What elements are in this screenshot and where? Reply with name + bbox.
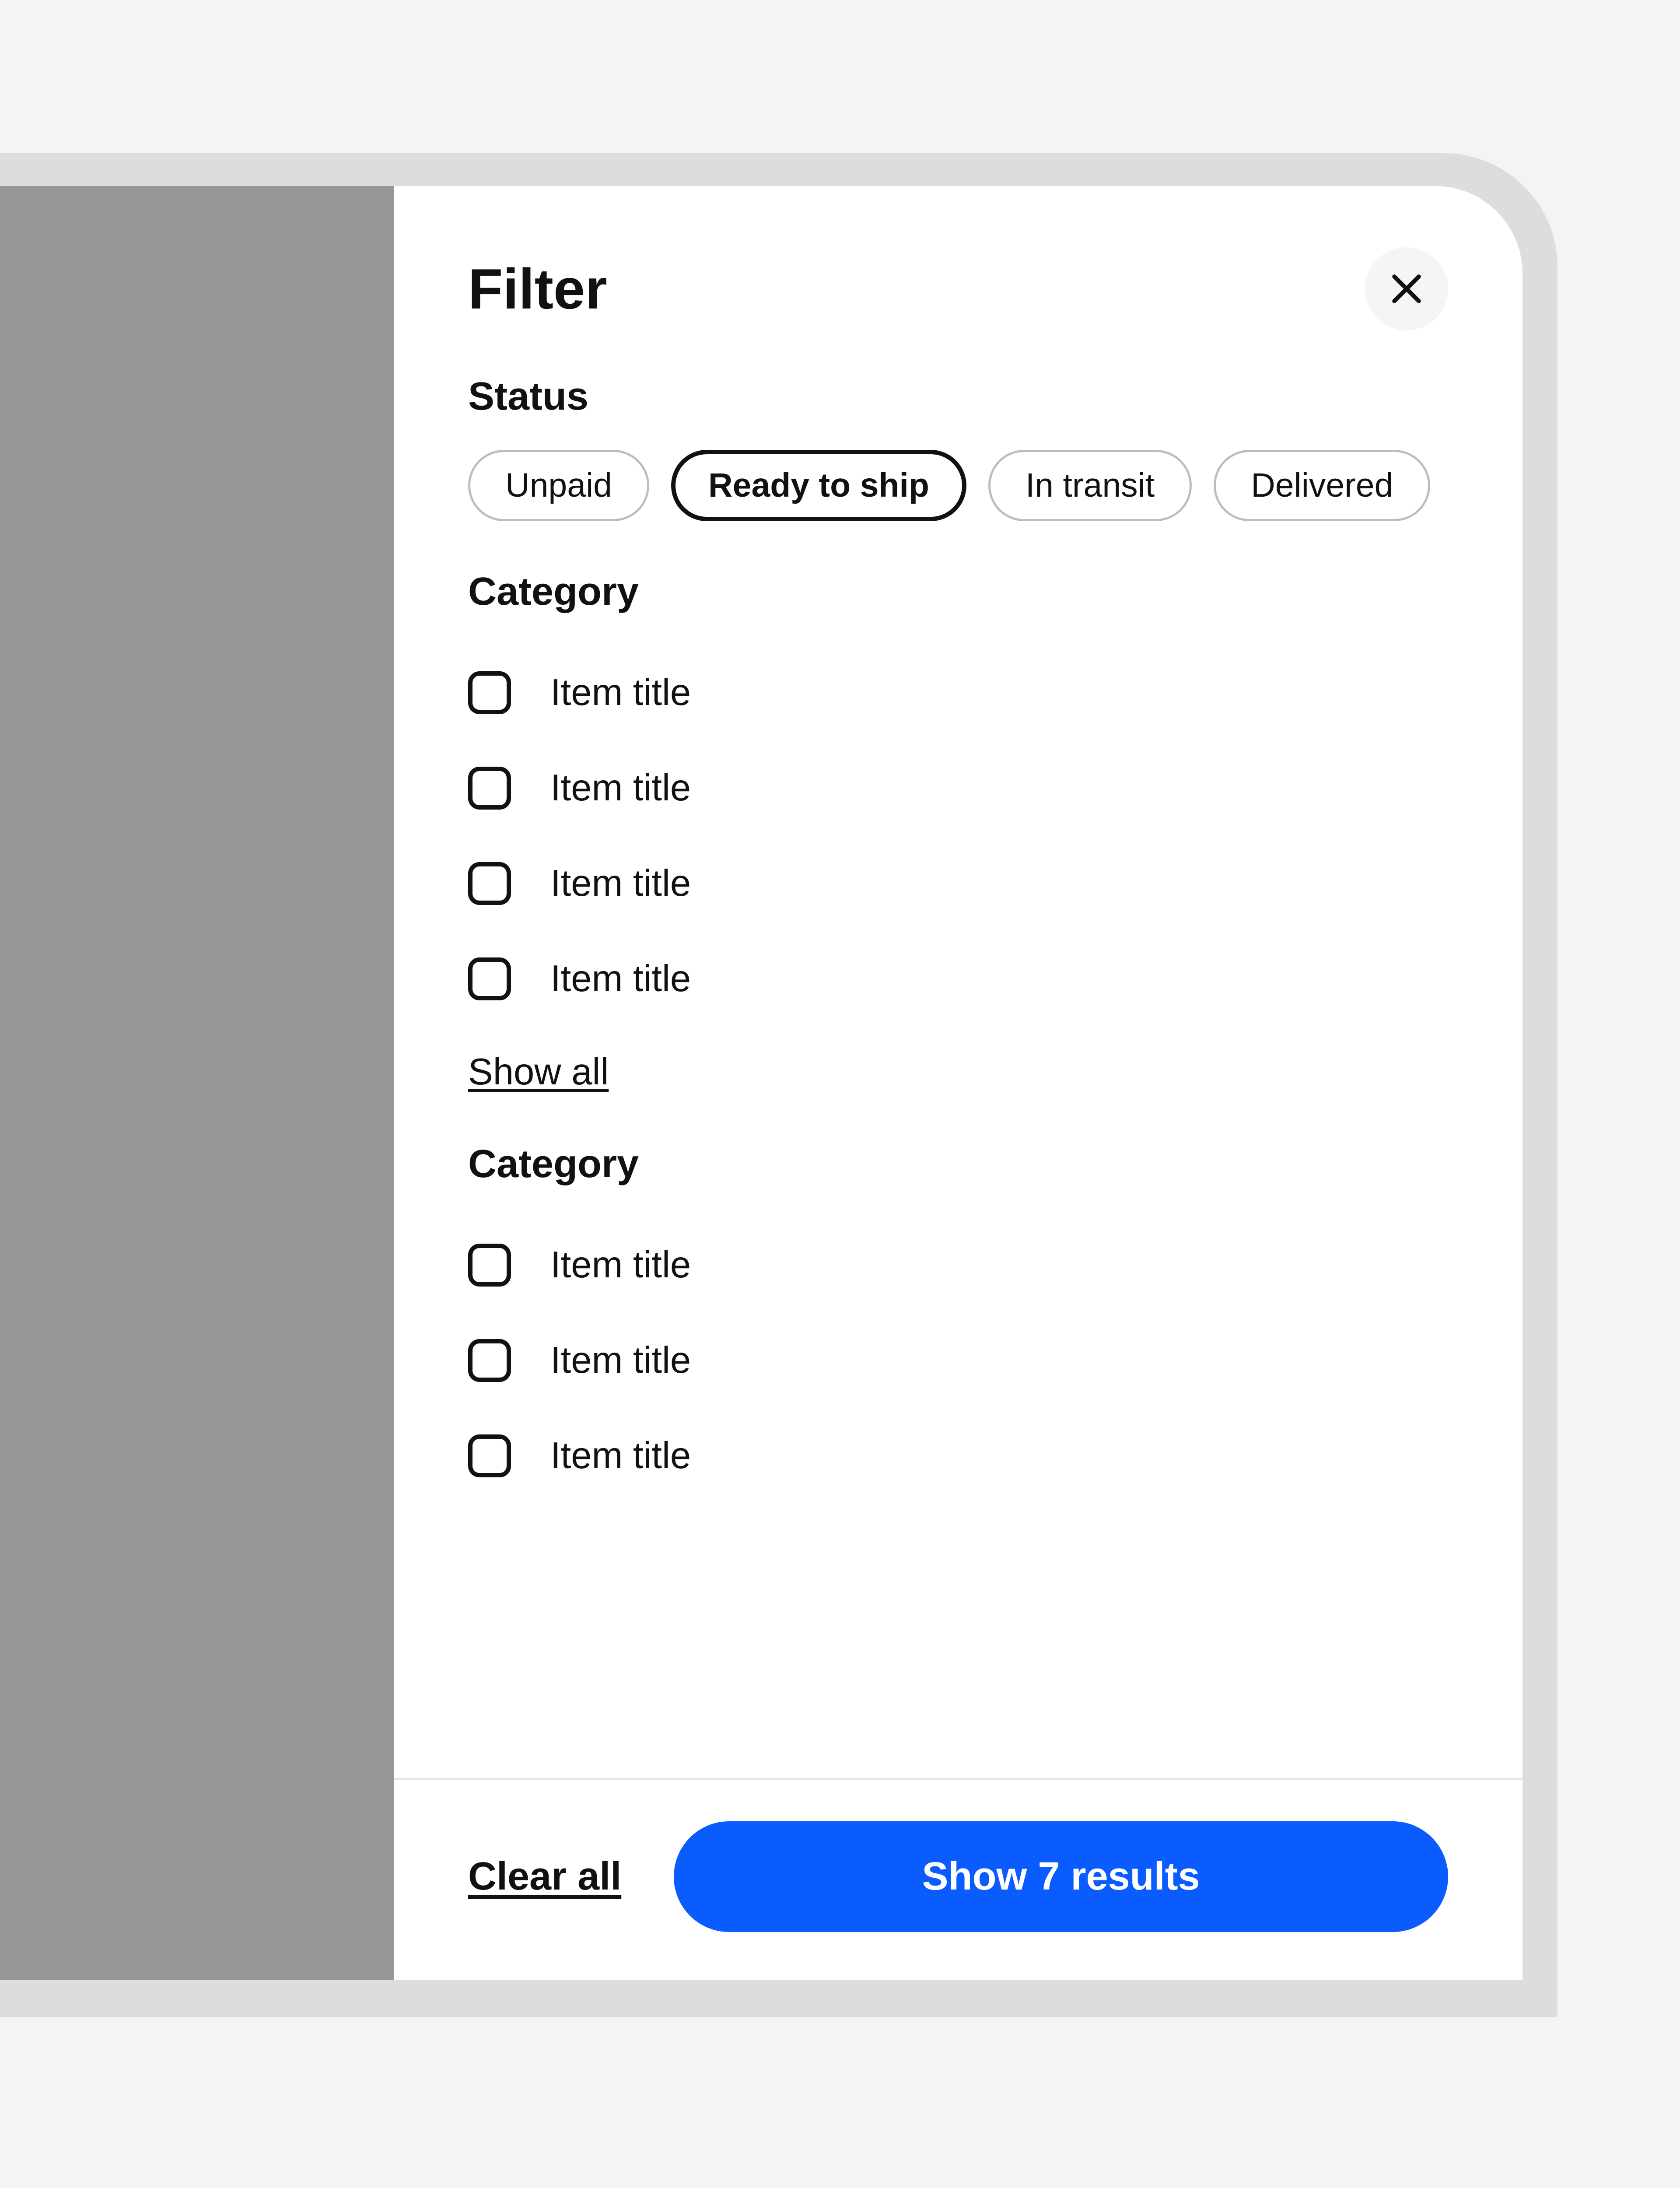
sheet-header: Filter bbox=[394, 186, 1522, 357]
category-item-label: Item title bbox=[550, 957, 691, 1000]
category-item-label: Item title bbox=[550, 1434, 691, 1477]
checkbox-icon bbox=[468, 1339, 511, 1382]
close-button[interactable] bbox=[1365, 247, 1448, 330]
filter-sheet: Filter Status Unpaid Ready to ship In tr… bbox=[394, 186, 1522, 1980]
category-item[interactable]: Item title bbox=[468, 1217, 1522, 1313]
sheet-title: Filter bbox=[468, 256, 607, 322]
show-results-button[interactable]: Show 7 results bbox=[674, 1821, 1448, 1932]
status-chip-ready-to-ship[interactable]: Ready to ship bbox=[671, 450, 966, 521]
checkbox-icon bbox=[468, 767, 511, 810]
category-item[interactable]: Item title bbox=[468, 645, 1522, 740]
checkbox-icon bbox=[468, 671, 511, 714]
close-icon bbox=[1389, 271, 1424, 306]
category-item[interactable]: Item title bbox=[468, 836, 1522, 931]
checkbox-icon bbox=[468, 1434, 511, 1477]
modal-scrim bbox=[0, 186, 394, 1980]
checkbox-icon bbox=[468, 957, 511, 1000]
category-heading: Category bbox=[468, 1142, 1522, 1187]
status-chip-delivered[interactable]: Delivered bbox=[1214, 450, 1430, 521]
category-item[interactable]: Item title bbox=[468, 740, 1522, 836]
app-stage: Filter Status Unpaid Ready to ship In tr… bbox=[0, 0, 1680, 2188]
status-chip-unpaid[interactable]: Unpaid bbox=[468, 450, 649, 521]
checkbox-icon bbox=[468, 1244, 511, 1287]
category-heading: Category bbox=[468, 569, 1522, 614]
category-item-label: Item title bbox=[550, 767, 691, 810]
show-all-link[interactable]: Show all bbox=[468, 1051, 609, 1094]
sheet-body: Status Unpaid Ready to ship In transit D… bbox=[394, 357, 1522, 1778]
category-item-label: Item title bbox=[550, 1244, 691, 1287]
status-heading: Status bbox=[468, 374, 1522, 419]
category-item[interactable]: Item title bbox=[468, 1408, 1522, 1504]
category-item-label: Item title bbox=[550, 1339, 691, 1382]
sheet-footer: Clear all Show 7 results bbox=[394, 1778, 1522, 1980]
category-item-label: Item title bbox=[550, 862, 691, 905]
category-item[interactable]: Item title bbox=[468, 1313, 1522, 1408]
status-chip-in-transit[interactable]: In transit bbox=[988, 450, 1192, 521]
category-list: Item title Item title Item title Item ti… bbox=[468, 645, 1522, 1027]
clear-all-link[interactable]: Clear all bbox=[468, 1854, 621, 1899]
checkbox-icon bbox=[468, 862, 511, 905]
category-list: Item title Item title Item title bbox=[468, 1217, 1522, 1504]
status-chip-row: Unpaid Ready to ship In transit Delivere… bbox=[468, 450, 1522, 521]
category-item-label: Item title bbox=[550, 671, 691, 714]
category-item[interactable]: Item title bbox=[468, 931, 1522, 1027]
